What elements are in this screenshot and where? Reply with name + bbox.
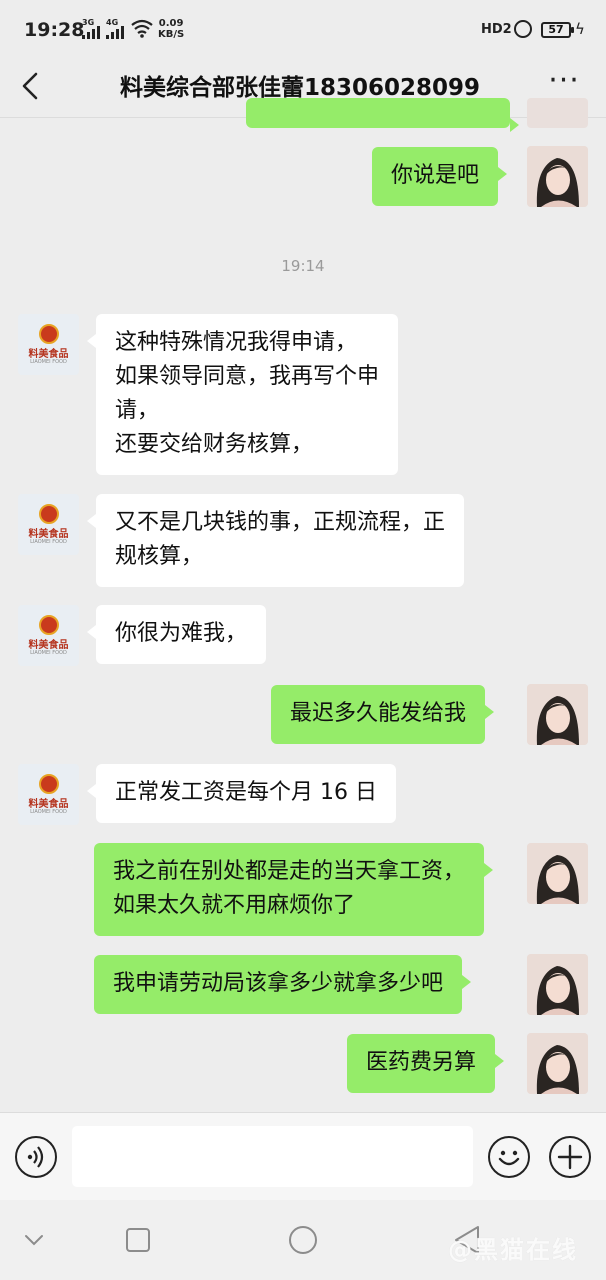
- brand-subtitle: LIAOMEI FOOD: [30, 809, 67, 815]
- message-bubble[interactable]: 我申请劳动局该拿多少就拿多少吧: [94, 955, 472, 1014]
- status-time: 19:28: [24, 19, 85, 41]
- message-input[interactable]: [72, 1126, 473, 1187]
- message-bubble-partial[interactable]: [246, 98, 519, 132]
- user-avatar-image: [527, 1033, 588, 1094]
- brand-name: 料美食品: [28, 640, 69, 651]
- user-avatar[interactable]: [527, 1033, 588, 1094]
- emoji-icon: [498, 1150, 520, 1166]
- input-bar: [0, 1112, 606, 1200]
- message-text-line: 如果领导同意，我再写个申: [115, 364, 380, 389]
- brand-subtitle: LIAOMEI FOOD: [30, 539, 67, 545]
- brand-subtitle: LIAOMEI FOOD: [30, 359, 67, 365]
- user-avatar-image: [527, 684, 588, 745]
- contact-avatar[interactable]: 料美食品 LIAOMEI FOOD: [18, 494, 79, 555]
- message-text: 我申请劳动局该拿多少就拿多少吧: [113, 971, 444, 996]
- brand-subtitle: LIAOMEI FOOD: [30, 650, 67, 656]
- contact-avatar[interactable]: 料美食品 LIAOMEI FOOD: [18, 605, 79, 666]
- message-text-line: 这种特殊情况我得申请，: [115, 330, 358, 355]
- brand-name: 料美食品: [28, 349, 69, 360]
- more-functions-button[interactable]: [549, 1136, 591, 1178]
- user-avatar-image: [527, 843, 588, 904]
- chevron-left-icon: [22, 72, 38, 100]
- emoji-button[interactable]: [488, 1136, 530, 1178]
- hd-badge: HD2: [481, 22, 512, 37]
- user-avatar[interactable]: [527, 843, 588, 904]
- message-bubble[interactable]: 又不是几块钱的事，正规流程，正 规核算，: [86, 494, 465, 587]
- user-avatar-image: [527, 146, 588, 207]
- system-navigation-bar: @黑猫在线: [0, 1200, 606, 1280]
- message-bubble[interactable]: 最迟多久能发给我: [271, 685, 495, 744]
- brand-logo-icon: [39, 615, 59, 635]
- message-text-line: 又不是几块钱的事，正规流程，正: [115, 510, 446, 535]
- message-text: 你说是吧: [391, 163, 480, 188]
- user-avatar[interactable]: [527, 684, 588, 745]
- message-bubble[interactable]: 你很为难我，: [86, 605, 267, 664]
- status-bar: 19:28 3G 4G 0.09 KB/S HD2 57 ϟ: [0, 0, 606, 56]
- message-text-line: 如果太久就不用麻烦你了: [113, 893, 356, 918]
- more-button[interactable]: ···: [544, 66, 584, 102]
- user-avatar-image: [527, 954, 588, 1015]
- message-bubble[interactable]: 这种特殊情况我得申请， 如果领导同意，我再写个申 请， 还要交给财务核算，: [86, 314, 399, 475]
- message-bubble[interactable]: 医药费另算: [347, 1034, 505, 1093]
- message-text-line: 还要交给财务核算，: [115, 432, 314, 457]
- brand-logo-icon: [39, 774, 59, 794]
- charging-icon: ϟ: [575, 20, 585, 38]
- nav-home-icon[interactable]: [287, 1224, 319, 1256]
- brand-name: 料美食品: [28, 799, 69, 810]
- message-bubble[interactable]: 你说是吧: [372, 147, 508, 206]
- user-avatar[interactable]: [527, 954, 588, 1015]
- message-text: 最迟多久能发给我: [290, 701, 467, 726]
- timestamp: 19:14: [281, 257, 325, 275]
- message-text: 正常发工资是每个月 16 日: [115, 780, 377, 805]
- brand-logo-icon: [39, 324, 59, 344]
- rotation-lock-icon: [514, 20, 532, 38]
- contact-avatar[interactable]: 料美食品 LIAOMEI FOOD: [18, 764, 79, 825]
- wifi-icon: [131, 19, 153, 38]
- brand-logo-icon: [39, 504, 59, 524]
- more-dots-icon: ···: [548, 63, 580, 98]
- nav-down-icon[interactable]: [22, 1228, 46, 1252]
- plus-icon: [557, 1144, 583, 1170]
- brand-name: 料美食品: [28, 529, 69, 540]
- message-bubble[interactable]: 正常发工资是每个月 16 日: [87, 764, 396, 823]
- chat-title: 料美综合部张佳蕾18306028099: [120, 75, 481, 101]
- nav-recent-icon[interactable]: [124, 1226, 152, 1254]
- net-speed-value: 0.09: [158, 18, 184, 29]
- user-avatar[interactable]: [527, 98, 588, 128]
- contact-avatar[interactable]: 料美食品 LIAOMEI FOOD: [18, 314, 79, 375]
- user-avatar[interactable]: [527, 146, 588, 207]
- message-text-line: 规核算，: [115, 544, 204, 569]
- voice-icon: [27, 1146, 44, 1168]
- voice-button[interactable]: [15, 1136, 57, 1178]
- message-text-line: 请，: [115, 398, 160, 423]
- back-button[interactable]: [14, 64, 54, 108]
- message-text: 医药费另算: [366, 1050, 477, 1075]
- net-speed-unit: KB/S: [158, 29, 185, 40]
- message-bubble[interactable]: 我之前在别处都是走的当天拿工资， 如果太久就不用麻烦你了: [94, 843, 494, 936]
- message-text-line: 我之前在别处都是走的当天拿工资，: [113, 859, 466, 884]
- signal-1-icon: [82, 26, 100, 39]
- message-text: 你很为难我，: [115, 621, 248, 646]
- signal-2-icon: [106, 26, 124, 39]
- net-speed: 0.09 KB/S: [158, 18, 184, 40]
- watermark: @黑猫在线: [448, 1236, 578, 1264]
- battery-icon: 57: [541, 22, 574, 38]
